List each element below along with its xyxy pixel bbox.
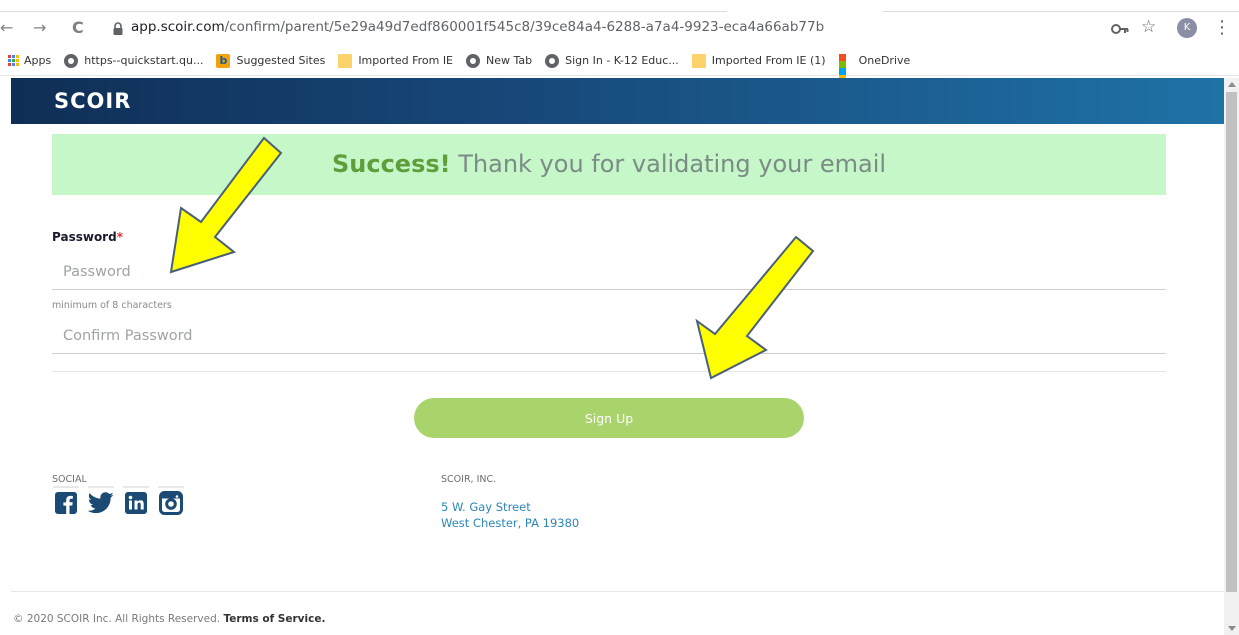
form-divider bbox=[52, 371, 1166, 372]
url-field[interactable]: app.scoir.com/confirm/parent/5e29a49d7ed… bbox=[131, 19, 824, 35]
password-input[interactable] bbox=[52, 254, 1166, 290]
facebook-icon bbox=[55, 492, 77, 514]
page-scrollbar[interactable] bbox=[1224, 78, 1239, 635]
instagram-link[interactable] bbox=[158, 486, 184, 515]
sign-up-button[interactable]: Sign Up bbox=[414, 398, 804, 438]
globe-icon bbox=[64, 53, 79, 68]
lock-icon bbox=[113, 22, 123, 35]
folder-icon bbox=[691, 53, 706, 68]
company-heading: SCOIR, INC. bbox=[441, 474, 497, 485]
bookmarks-bar: Apps https--quickstart.qu... b Suggested… bbox=[0, 46, 1239, 82]
required-marker: * bbox=[116, 230, 123, 244]
bookmark-imported-ie-1[interactable]: Imported From IE (1) bbox=[691, 50, 826, 72]
scroll-down-arrow[interactable] bbox=[1228, 626, 1236, 631]
instagram-icon bbox=[159, 491, 183, 515]
reload-button[interactable]: C bbox=[72, 18, 84, 38]
browser-toolbar: ← → C app.scoir.com/confirm/parent/5e29a… bbox=[0, 0, 1239, 46]
success-message: Thank you for validating your email bbox=[458, 150, 887, 178]
bookmark-imported-ie[interactable]: Imported From IE bbox=[338, 50, 453, 72]
key-icon[interactable] bbox=[1111, 22, 1129, 36]
page-content: SCOIR Success! Thank you for validating … bbox=[11, 78, 1224, 635]
back-button[interactable]: ← bbox=[0, 18, 13, 38]
bookmark-label: Sign In - K-12 Educ... bbox=[565, 54, 679, 67]
scroll-up-arrow[interactable] bbox=[1228, 82, 1236, 87]
address-line-2[interactable]: West Chester, PA 19380 bbox=[441, 515, 579, 531]
bookmark-suggested-sites[interactable]: b Suggested Sites bbox=[216, 50, 325, 72]
password-hint: minimum of 8 characters bbox=[52, 300, 172, 311]
facebook-link[interactable] bbox=[53, 486, 79, 514]
bookmark-label: Suggested Sites bbox=[236, 54, 326, 67]
profile-avatar[interactable]: K bbox=[1177, 18, 1197, 38]
company-address: 5 W. Gay Street West Chester, PA 19380 bbox=[441, 499, 579, 531]
browser-menu-icon[interactable]: ⋮ bbox=[1213, 18, 1231, 38]
bookmark-label: https--quickstart.qu... bbox=[84, 54, 204, 67]
bookmark-new-tab[interactable]: New Tab bbox=[466, 50, 532, 72]
inactive-tab-edge bbox=[883, 0, 1239, 12]
success-heading: Success! bbox=[331, 150, 451, 178]
bookmark-label: Apps bbox=[24, 54, 52, 67]
social-links bbox=[53, 486, 184, 515]
address-line-1[interactable]: 5 W. Gay Street bbox=[441, 499, 579, 515]
globe-icon bbox=[545, 53, 560, 68]
confirm-password-input[interactable] bbox=[52, 318, 1166, 354]
bookmark-apps[interactable]: Apps bbox=[8, 50, 51, 72]
twitter-icon bbox=[88, 492, 114, 514]
linkedin-icon bbox=[125, 492, 147, 514]
url-host: app.scoir.com bbox=[131, 19, 225, 35]
linkedin-link[interactable] bbox=[123, 486, 149, 514]
bookmark-sign-in[interactable]: Sign In - K-12 Educ... bbox=[545, 50, 679, 72]
bookmark-onedrive[interactable]: OneDrive bbox=[838, 50, 911, 82]
twitter-link[interactable] bbox=[88, 486, 114, 514]
microsoft-icon bbox=[838, 53, 853, 82]
bing-icon: b bbox=[216, 53, 231, 68]
bookmark-label: OneDrive bbox=[858, 54, 911, 67]
bookmark-quickstart[interactable]: https--quickstart.qu... bbox=[64, 50, 203, 72]
copyright-text: © 2020 SCOIR Inc. All Rights Reserved. T… bbox=[13, 613, 326, 625]
password-label: Password* bbox=[52, 230, 123, 244]
social-heading: SOCIAL bbox=[52, 474, 87, 485]
url-path: /confirm/parent/5e29a49d7edf860001f545c8… bbox=[224, 19, 825, 35]
bookmark-star-icon[interactable]: ☆ bbox=[1141, 17, 1156, 37]
scoir-logo[interactable]: SCOIR bbox=[54, 89, 131, 113]
forward-button[interactable]: → bbox=[33, 18, 46, 38]
folder-icon bbox=[338, 53, 353, 68]
bookmark-label: Imported From IE (1) bbox=[711, 54, 826, 67]
site-header: SCOIR bbox=[11, 78, 1224, 124]
active-tab-edge bbox=[0, 0, 727, 12]
bookmark-label: New Tab bbox=[486, 54, 533, 67]
apps-grid-icon bbox=[8, 55, 19, 66]
footer-divider bbox=[11, 591, 1224, 592]
scroll-thumb[interactable] bbox=[1226, 92, 1237, 592]
terms-of-service-link[interactable]: Terms of Service. bbox=[223, 613, 325, 625]
bookmark-label: Imported From IE bbox=[358, 54, 454, 67]
success-banner: Success! Thank you for validating your e… bbox=[52, 134, 1166, 195]
globe-icon bbox=[466, 53, 481, 68]
